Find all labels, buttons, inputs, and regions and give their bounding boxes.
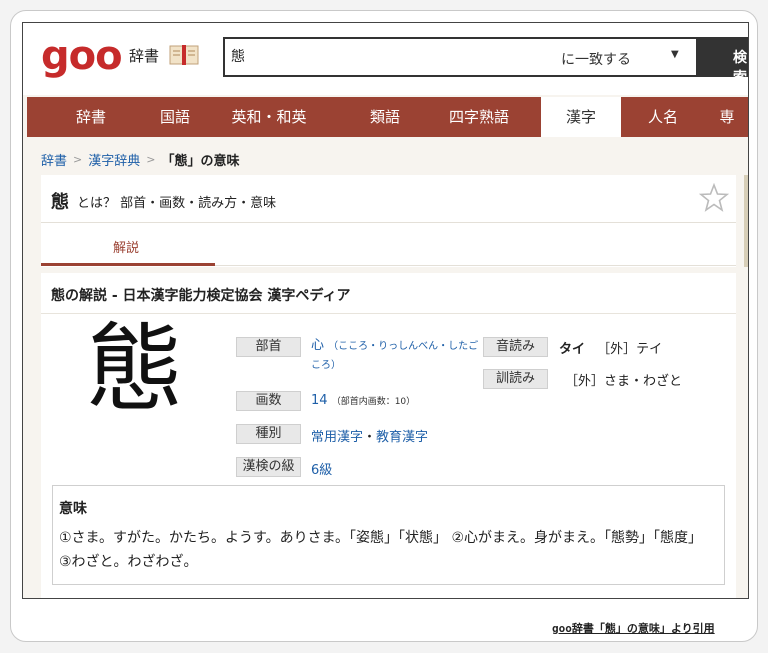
site-header: goo 辞書 に一致する ▼ 検索: [23, 23, 748, 95]
tab-jinmei[interactable]: 人名: [623, 97, 703, 137]
meaning-title: 意味: [59, 501, 87, 517]
meaning-text: ①さま。すがた。かたち。ようす。ありさま。「姿態」「状態」 ②心がまえ。身がまえ…: [59, 530, 703, 570]
meaning-box: 意味 ①さま。すがた。かたち。ようす。ありさま。「姿態」「状態」 ②心がまえ。身…: [52, 485, 725, 585]
bushu-value: 心 （こころ・りっしんべん・したごころ）: [311, 337, 481, 375]
breadcrumb-current: 「態」の意味: [161, 154, 240, 169]
tab-eiwa[interactable]: 英和・和英: [219, 97, 319, 137]
kanken-label: 漢検の級: [236, 457, 301, 477]
site-name: 辞書: [129, 47, 160, 65]
shubetsu-link-joyo[interactable]: 常用漢字: [311, 430, 363, 445]
goo-logo[interactable]: goo: [41, 33, 123, 79]
tab-kokugo[interactable]: 国語: [135, 97, 215, 137]
search-input[interactable]: [231, 48, 531, 64]
entry-title-bar: 態 とは？ 部首・画数・読み方・意味: [41, 175, 736, 223]
tab-yojijukugo[interactable]: 四字熟語: [429, 97, 529, 137]
chevron-right-icon: >: [146, 153, 156, 166]
search-button[interactable]: 検索: [697, 37, 748, 86]
big-kanji: 態: [87, 313, 183, 425]
kanken-value[interactable]: 6級: [311, 459, 332, 478]
entry-kanji-title: 態: [51, 192, 69, 213]
main-content: 態 とは？ 部首・画数・読み方・意味 解説 態の解説 - 日本漢字能力検定協会 …: [41, 175, 748, 598]
breadcrumb-jisho[interactable]: 辞書: [41, 150, 67, 169]
tab-ruigo[interactable]: 類語: [345, 97, 425, 137]
tab-underline: [41, 263, 215, 266]
logo-text: goo: [41, 33, 123, 79]
kunyomi-value: ［外］さま・わざと: [565, 374, 683, 389]
chevron-right-icon: >: [73, 153, 83, 166]
breadcrumb: 辞書 > 漢字辞典 > 「態」の意味: [41, 150, 239, 169]
scrollbar[interactable]: [744, 175, 748, 267]
screenshot-window: goo 辞書 に一致する ▼ 検索 辞書 国語 英和・和英 類語 四字熟語 漢字…: [22, 22, 749, 599]
breadcrumb-kanji-jiten[interactable]: 漢字辞典: [88, 150, 140, 169]
entry-tab-row: 解説: [41, 223, 736, 267]
bushu-label: 部首: [236, 337, 301, 357]
shubetsu-link-kyoiku[interactable]: 教育漢字: [376, 430, 428, 445]
onyomi-value-row: タイ ［外］テイ: [559, 338, 662, 357]
bushu-reading[interactable]: （こころ・りっしんべん・したごころ）: [311, 341, 478, 371]
search-mode-select[interactable]: に一致する: [561, 49, 631, 69]
kakusu-value-row: 14 （部首内画数：10）: [311, 393, 415, 408]
tab-kanji[interactable]: 漢字: [541, 97, 621, 137]
tab-senmon[interactable]: 専: [707, 97, 747, 137]
tab-jisho[interactable]: 辞書: [51, 97, 131, 137]
kakusu-label: 画数: [236, 391, 301, 411]
onyomi-extra: ［外］テイ: [597, 342, 663, 357]
book-icon: [169, 45, 199, 65]
entry-title-text: とは？ 部首・画数・読み方・意味: [77, 196, 277, 211]
onyomi-label: 音読み: [483, 337, 548, 357]
kunyomi-label: 訓読み: [483, 369, 548, 389]
category-nav: 辞書 国語 英和・和英 類語 四字熟語 漢字 人名 専: [27, 97, 748, 137]
panel-title: 態の解説 - 日本漢字能力検定協会 漢字ペディア: [51, 288, 351, 304]
shubetsu-label: 種別: [236, 424, 301, 444]
kakusu-note: （部首内画数：10）: [331, 397, 416, 407]
onyomi-value: タイ: [559, 342, 586, 357]
search-box: に一致する ▼: [223, 37, 698, 77]
citation-link[interactable]: goo辞書「態」の意味」より引用: [552, 620, 715, 636]
bushu-link[interactable]: 心: [311, 338, 324, 353]
shubetsu-value-row: 常用漢字・教育漢字: [311, 426, 428, 445]
tab-kaisetsu[interactable]: 解説: [113, 237, 139, 256]
tab-divider: [215, 265, 736, 266]
star-icon[interactable]: [699, 183, 729, 213]
chevron-down-icon[interactable]: ▼: [671, 49, 679, 60]
kanji-panel: 態の解説 - 日本漢字能力検定協会 漢字ペディア 態 部首 心 （こころ・りっし…: [41, 273, 736, 598]
shubetsu-separator: ・: [363, 430, 377, 445]
kakusu-value[interactable]: 14: [311, 393, 328, 408]
